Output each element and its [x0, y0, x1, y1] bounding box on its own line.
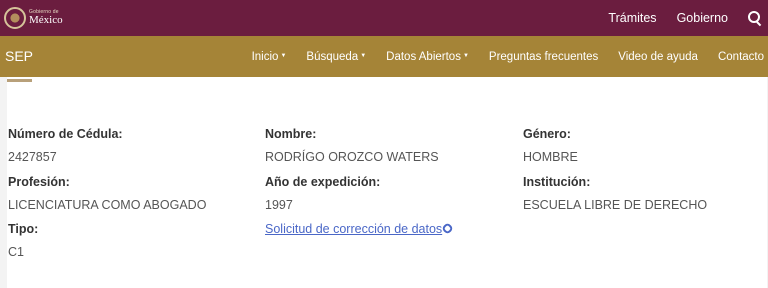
nav-item-busqueda[interactable]: Búsqueda ▼ — [306, 51, 366, 63]
seal-icon — [4, 7, 26, 29]
gov-header: Gobierno de México Trámites Gobierno — [0, 0, 768, 36]
field-institucion: Institución: ESCUELA LIBRE DE DERECHO — [523, 175, 707, 212]
accent-line — [7, 79, 32, 82]
gobierno-logo[interactable]: Gobierno de México — [4, 5, 63, 31]
tramites-link[interactable]: Trámites — [608, 11, 656, 25]
field-cedula: Número de Cédula: 2427857 — [8, 127, 123, 164]
anio-value: 1997 — [265, 198, 293, 212]
genero-value: HOMBRE — [523, 150, 578, 164]
caret-down-icon: ▼ — [280, 53, 287, 60]
nombre-value: RODRÍGO OROZCO WATERS — [265, 150, 439, 164]
field-anio: Año de expedición: 1997 — [265, 175, 380, 212]
main-nav: Inicio ▼ Búsqueda ▼ Datos Abiertos ▼ Pregun… — [252, 36, 764, 77]
genero-label: Género: — [523, 127, 571, 141]
caret-down-icon: ▼ — [462, 53, 469, 60]
institucion-value: ESCUELA LIBRE DE DERECHO — [523, 198, 708, 212]
nav-item-video[interactable]: Video de ayuda — [618, 51, 698, 63]
nav-item-datos-abiertos[interactable]: Datos Abiertos ▼ — [386, 51, 469, 63]
cedula-label: Número de Cédula: — [8, 127, 123, 141]
correction-link[interactable]: Solicitud de corrección de datos — [265, 222, 442, 236]
nombre-label: Nombre: — [265, 127, 317, 141]
result-panel: Número de Cédula: 2427857 Nombre: RODRÍG… — [7, 77, 767, 288]
anio-label: Año de expedición: — [265, 175, 381, 189]
tipo-label: Tipo: — [8, 222, 39, 236]
link-icon[interactable] — [441, 222, 455, 235]
nav-item-contacto[interactable]: Contacto — [718, 51, 764, 63]
gobierno-link[interactable]: Gobierno — [677, 11, 728, 25]
profesion-label: Profesión: — [8, 175, 70, 189]
field-nombre: Nombre: RODRÍGO OROZCO WATERS — [265, 127, 439, 164]
gov-links: Trámites Gobierno — [608, 0, 762, 36]
field-genero: Género: HOMBRE — [523, 127, 578, 164]
cedula-value: 2427857 — [8, 150, 57, 164]
field-profesion: Profesión: LICENCIATURA COMO ABOGADO — [8, 175, 206, 212]
caret-down-icon: ▼ — [360, 53, 367, 60]
profesion-value: LICENCIATURA COMO ABOGADO — [8, 198, 207, 212]
correction-link-wrap: Solicitud de corrección de datos — [265, 222, 455, 236]
sep-navbar: SEP Inicio ▼ Búsqueda ▼ Datos Abiertos ▼ Pr… — [0, 36, 768, 77]
nav-item-inicio[interactable]: Inicio ▼ — [252, 51, 287, 63]
search-icon[interactable] — [748, 11, 762, 25]
institucion-label: Institución: — [523, 175, 591, 189]
nav-item-preguntas[interactable]: Preguntas frecuentes — [489, 51, 598, 63]
field-tipo: Tipo: C1 — [8, 222, 38, 259]
tipo-value: C1 — [8, 245, 24, 259]
logo-big-text: México — [29, 14, 63, 26]
sep-brand[interactable]: SEP — [5, 36, 33, 77]
